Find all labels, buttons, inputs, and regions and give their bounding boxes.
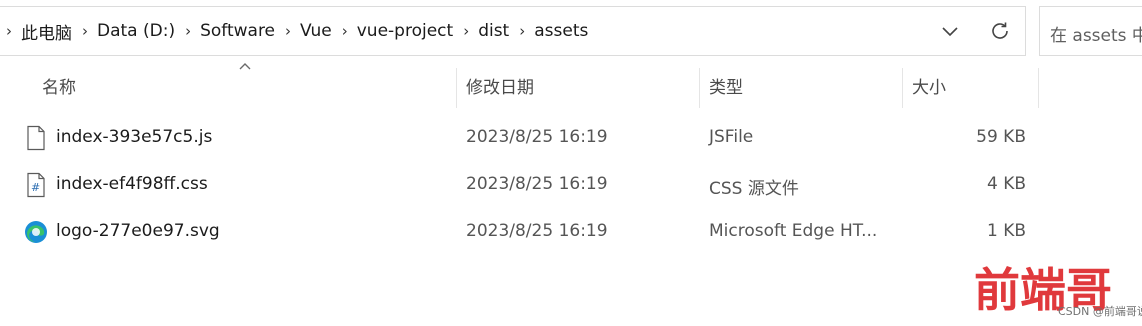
column-header-modified[interactable]: 修改日期: [456, 68, 699, 108]
chevron-right-icon[interactable]: ›: [285, 22, 291, 40]
chevron-right-icon[interactable]: ›: [342, 22, 348, 40]
column-divider[interactable]: [1038, 68, 1039, 108]
breadcrumb-item-this-pc[interactable]: 此电脑: [21, 19, 72, 44]
column-header-name[interactable]: 名称: [32, 68, 456, 108]
edge-icon: [25, 221, 47, 243]
search-input[interactable]: 在 assets 中: [1039, 6, 1142, 56]
file-size: 59 KB: [976, 127, 1026, 147]
column-header-type[interactable]: 类型: [699, 68, 902, 108]
file-type: Microsoft Edge HT...: [709, 221, 878, 241]
file-type: JSFile: [709, 127, 754, 147]
breadcrumb: › 此电脑 › Data (D:) › Software › Vue › vue…: [6, 7, 598, 55]
chevron-right-icon[interactable]: ›: [463, 22, 469, 40]
file-modified: 2023/8/25 16:19: [466, 174, 608, 194]
refresh-icon[interactable]: [988, 19, 1012, 43]
breadcrumb-item-data-drive[interactable]: Data (D:): [97, 21, 175, 41]
file-size: 4 KB: [986, 174, 1026, 194]
svg-text:#: #: [31, 181, 40, 194]
breadcrumb-item-dist[interactable]: dist: [478, 21, 509, 41]
file-row[interactable]: index-393e57c5.js 2023/8/25 16:19 JSFile…: [0, 118, 1142, 158]
breadcrumb-item-vue[interactable]: Vue: [300, 21, 332, 41]
chevron-right-icon[interactable]: ›: [82, 22, 88, 40]
chevron-right-icon[interactable]: ›: [185, 22, 191, 40]
chevron-right-icon[interactable]: ›: [6, 22, 12, 40]
file-modified: 2023/8/25 16:19: [466, 127, 608, 147]
css-file-icon: #: [27, 172, 45, 198]
file-modified: 2023/8/25 16:19: [466, 221, 608, 241]
chevron-right-icon[interactable]: ›: [519, 22, 525, 40]
file-name: index-393e57c5.js: [56, 127, 213, 147]
chevron-down-icon[interactable]: [938, 19, 962, 43]
js-file-icon: [27, 125, 45, 151]
file-row[interactable]: # index-ef4f98ff.css 2023/8/25 16:19 CSS…: [0, 165, 1142, 205]
file-type: CSS 源文件: [709, 179, 799, 199]
watermark-credit: CSDN @前端哥说: [1058, 305, 1142, 318]
breadcrumb-item-software[interactable]: Software: [200, 21, 275, 41]
breadcrumb-item-assets[interactable]: assets: [534, 21, 588, 41]
breadcrumb-item-vue-project[interactable]: vue-project: [357, 21, 453, 41]
file-name: index-ef4f98ff.css: [56, 174, 208, 194]
file-row[interactable]: logo-277e0e97.svg 2023/8/25 16:19 Micros…: [0, 212, 1142, 252]
file-size: 1 KB: [986, 221, 1026, 241]
address-bar[interactable]: › 此电脑 › Data (D:) › Software › Vue › vue…: [0, 6, 1026, 56]
column-header-size[interactable]: 大小: [902, 68, 1038, 108]
file-name: logo-277e0e97.svg: [56, 221, 220, 241]
